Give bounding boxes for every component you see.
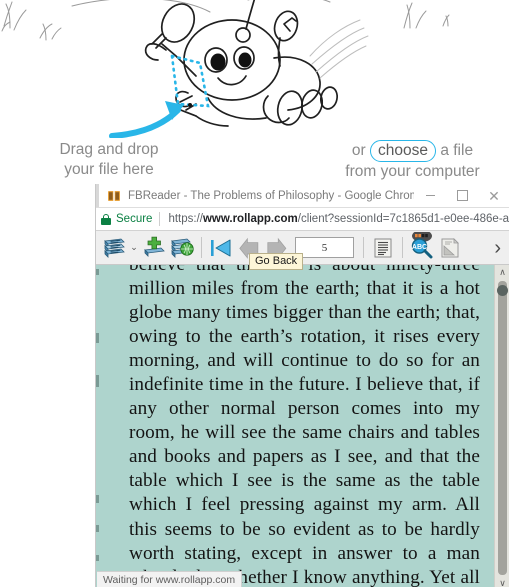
or-label: or: [351, 142, 366, 159]
search-button[interactable]: ABC: [408, 232, 436, 262]
bookmark-button[interactable]: [436, 233, 464, 262]
minimize-button[interactable]: [414, 184, 446, 207]
library-books-icon: [104, 238, 125, 258]
toolbar-separator-3: [402, 237, 403, 258]
minimize-icon: [425, 195, 435, 196]
window-title: FBReader - The Problems of Philosophy - …: [128, 189, 414, 202]
drag-drop-line2: your file here: [64, 161, 154, 178]
scroll-up-icon[interactable]: ∧: [495, 265, 509, 279]
reader-paragraph: believe that the sun is about ninety-thr…: [129, 265, 480, 587]
reader-body-text: believe that the sun is about ninety-thr…: [129, 265, 480, 587]
security-status-label: Secure: [116, 213, 153, 225]
bookmark-page-icon: [441, 237, 459, 257]
choose-file-line1: or choose a file: [325, 140, 500, 162]
library-button[interactable]: [100, 233, 128, 262]
url-host: www.rollapp.com: [202, 213, 298, 225]
network-library-button[interactable]: [168, 233, 196, 262]
reader-page-area[interactable]: believe that the sun is about ninety-thr…: [96, 265, 509, 587]
reader-scrollbar[interactable]: ∧ ∨: [494, 265, 509, 587]
scrollbar-position-dot[interactable]: [497, 285, 508, 296]
toolbar-separator-1: [201, 237, 202, 258]
from-computer-label: from your computer: [345, 163, 480, 180]
tooltip-go-back: Go Back: [249, 253, 304, 270]
chrome-browser-window: FBReader - The Problems of Philosophy - …: [95, 184, 509, 587]
table-of-contents-button[interactable]: [369, 233, 397, 262]
chrome-omnibox[interactable]: Secure https://www.rollapp.com/client?se…: [96, 208, 509, 231]
fbreader-book-icon: [107, 189, 121, 203]
find-abc-magnifier-icon: ABC: [411, 232, 433, 259]
toolbar-separator-2: [363, 237, 364, 258]
toolbar-overflow-button[interactable]: ›: [494, 238, 501, 258]
library-dropdown[interactable]: ⌄: [128, 233, 140, 262]
add-book-button[interactable]: [140, 233, 168, 262]
scroll-down-icon[interactable]: ∨: [495, 576, 509, 587]
go-to-start-button[interactable]: [207, 233, 235, 262]
maximize-icon: [456, 190, 468, 201]
page-number-input[interactable]: 5: [295, 237, 354, 258]
drag-drop-hint: Drag and drop your file here: [14, 140, 204, 180]
contents-list-icon: [374, 238, 392, 257]
omnibox-divider: [159, 212, 161, 226]
chrome-titlebar[interactable]: FBReader - The Problems of Philosophy - …: [96, 184, 509, 208]
choose-file-hint: or choose a file from your computer: [325, 140, 500, 182]
add-book-icon: [144, 236, 165, 257]
url-scheme: https://: [168, 213, 203, 225]
url-path: /client?sessionId=7c1865d1-e0ee-486e-a09…: [297, 213, 509, 225]
drag-drop-line1: Drag and drop: [59, 141, 159, 158]
robot-with-magnifier-illustration: [1, 0, 450, 138]
maximize-button[interactable]: [446, 184, 478, 207]
titlebar-accent: [96, 184, 99, 207]
choose-file-button[interactable]: choose: [370, 140, 437, 162]
close-button[interactable]: ✕: [478, 184, 509, 207]
go-to-start-icon: [211, 239, 231, 256]
network-library-icon: [171, 238, 194, 258]
a-file-label: a file: [440, 142, 474, 159]
scrollbar-thumb[interactable]: [498, 281, 507, 575]
fbreader-toolbar: ⌄ 5 ABC › Go Back: [96, 231, 509, 270]
status-text: Waiting for www.rollapp.com: [103, 573, 236, 586]
reader-left-gutter: [96, 265, 100, 587]
browser-status-bar: Waiting for www.rollapp.com: [97, 571, 243, 587]
url-text[interactable]: https://www.rollapp.com/client?sessionId…: [168, 213, 509, 225]
close-icon: ✕: [488, 187, 500, 204]
file-upload-dropzone[interactable]: Drag and drop your file here or choose a…: [0, 0, 509, 186]
lock-icon: [101, 213, 111, 225]
